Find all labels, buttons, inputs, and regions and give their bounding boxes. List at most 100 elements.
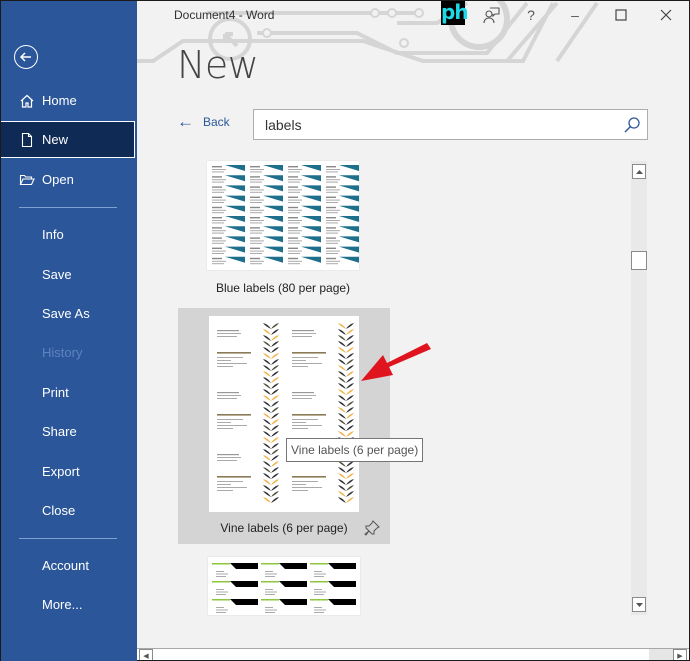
back-arrow-icon: ← (177, 112, 194, 131)
vine-leaf (263, 335, 271, 341)
sidebar-item-save-as[interactable]: Save As (1, 295, 135, 332)
template-green-black-labels[interactable] (177, 549, 389, 615)
template-search-input[interactable] (254, 110, 614, 139)
label-text (212, 212, 224, 214)
vine-leaf (263, 449, 271, 455)
label-text (326, 263, 338, 265)
close-icon (660, 9, 672, 21)
sidebar-item-share[interactable]: Share (1, 413, 135, 450)
back-label: Back (203, 115, 230, 129)
help-button[interactable]: ? (517, 4, 545, 26)
minimize-button[interactable]: – (561, 4, 589, 26)
sidebar-item-account[interactable]: Account (1, 547, 135, 584)
vine-leaf (338, 395, 346, 401)
close-button[interactable] (652, 4, 680, 26)
sidebar-item-print[interactable]: Print (1, 374, 135, 411)
vine-leaf (271, 479, 279, 485)
vine-leaf (271, 413, 279, 419)
sidebar-item-close[interactable]: Close (1, 492, 135, 529)
vine-leaf (271, 389, 279, 395)
sidebar-item-home[interactable]: Home (1, 82, 135, 119)
maximize-button[interactable] (607, 4, 635, 26)
label-text (217, 419, 243, 420)
scroll-down-button[interactable] (632, 597, 646, 612)
sidebar-item-info[interactable]: Info (1, 216, 135, 253)
scroll-right-button[interactable]: ▶ (673, 649, 687, 660)
sidebar-item-save[interactable]: Save (1, 256, 135, 293)
label-text (292, 398, 312, 399)
person-feedback-icon (483, 7, 500, 24)
vine-leaf (263, 371, 271, 377)
label-text (292, 333, 316, 334)
vine-leaf (338, 467, 346, 473)
vine-leaf (271, 437, 279, 443)
label-text (326, 222, 338, 224)
label-recipient (292, 476, 326, 478)
label-text (217, 392, 239, 394)
vine-leaf (271, 473, 279, 479)
label-text (326, 209, 340, 211)
label-text (288, 250, 302, 252)
vine-leaf (263, 401, 271, 407)
vine-leaf (338, 485, 346, 491)
vine-leaf (338, 431, 346, 437)
label-text (216, 571, 224, 572)
label-text (292, 395, 316, 396)
label-text (212, 189, 226, 191)
vine-leaf (271, 485, 279, 491)
label-text (288, 222, 300, 224)
sidebar-item-more[interactable]: More... (1, 586, 135, 623)
coauthor-button[interactable] (477, 4, 505, 26)
label-text (212, 237, 222, 239)
label-text (217, 425, 247, 426)
label-text (250, 257, 260, 260)
sidebar-item-open[interactable]: Open (1, 161, 135, 198)
vine-leaf (271, 467, 279, 473)
vine-leaf (263, 341, 271, 347)
label-text (250, 220, 264, 221)
backstage-back-button[interactable] (14, 45, 38, 69)
pin-icon[interactable] (364, 520, 380, 536)
scroll-left-button[interactable]: ◀ (139, 649, 153, 660)
label-recipient (217, 414, 251, 416)
vine-leaf (263, 497, 271, 503)
label-text (288, 191, 300, 193)
sidebar-item-new[interactable]: New (1, 121, 135, 158)
vine-leaf (346, 431, 354, 437)
vine-leaf (271, 359, 279, 365)
label-text (326, 191, 338, 193)
search-icon[interactable] (623, 116, 641, 134)
label-text (314, 589, 322, 590)
label-text (288, 212, 300, 214)
label-text (326, 257, 336, 260)
vine-leaf (338, 497, 346, 503)
sidebar-item-label: Save (42, 267, 72, 282)
label-text (265, 612, 275, 613)
label-green-bar (261, 581, 279, 583)
vine-leaf (338, 377, 346, 383)
scrollbar-thumb[interactable] (631, 251, 647, 270)
label-text (250, 196, 260, 198)
label-text (212, 222, 224, 224)
label-text (326, 166, 336, 168)
back-link[interactable]: ← Back (177, 112, 230, 131)
vertical-scrollbar[interactable] (631, 161, 647, 615)
label-text (326, 230, 340, 232)
label-text (314, 591, 326, 593)
sidebar-item-export[interactable]: Export (1, 453, 135, 490)
label-text (288, 189, 302, 191)
horizontal-scrollbar[interactable]: ◀ ▶ (137, 648, 689, 660)
template-blue-labels[interactable]: Blue labels (80 per page) (177, 151, 389, 301)
label-text (288, 263, 300, 265)
label-text (288, 230, 302, 232)
vine-leaf (271, 449, 279, 455)
vine-leaf (338, 347, 346, 353)
sidebar-item-label: Export (42, 464, 80, 479)
vine-leaf (263, 467, 271, 473)
scroll-up-button[interactable] (632, 164, 646, 179)
label-text (217, 330, 239, 332)
label-text (212, 191, 224, 193)
vine-leaf (346, 383, 354, 389)
label-text (216, 609, 228, 611)
label-text (250, 202, 262, 203)
